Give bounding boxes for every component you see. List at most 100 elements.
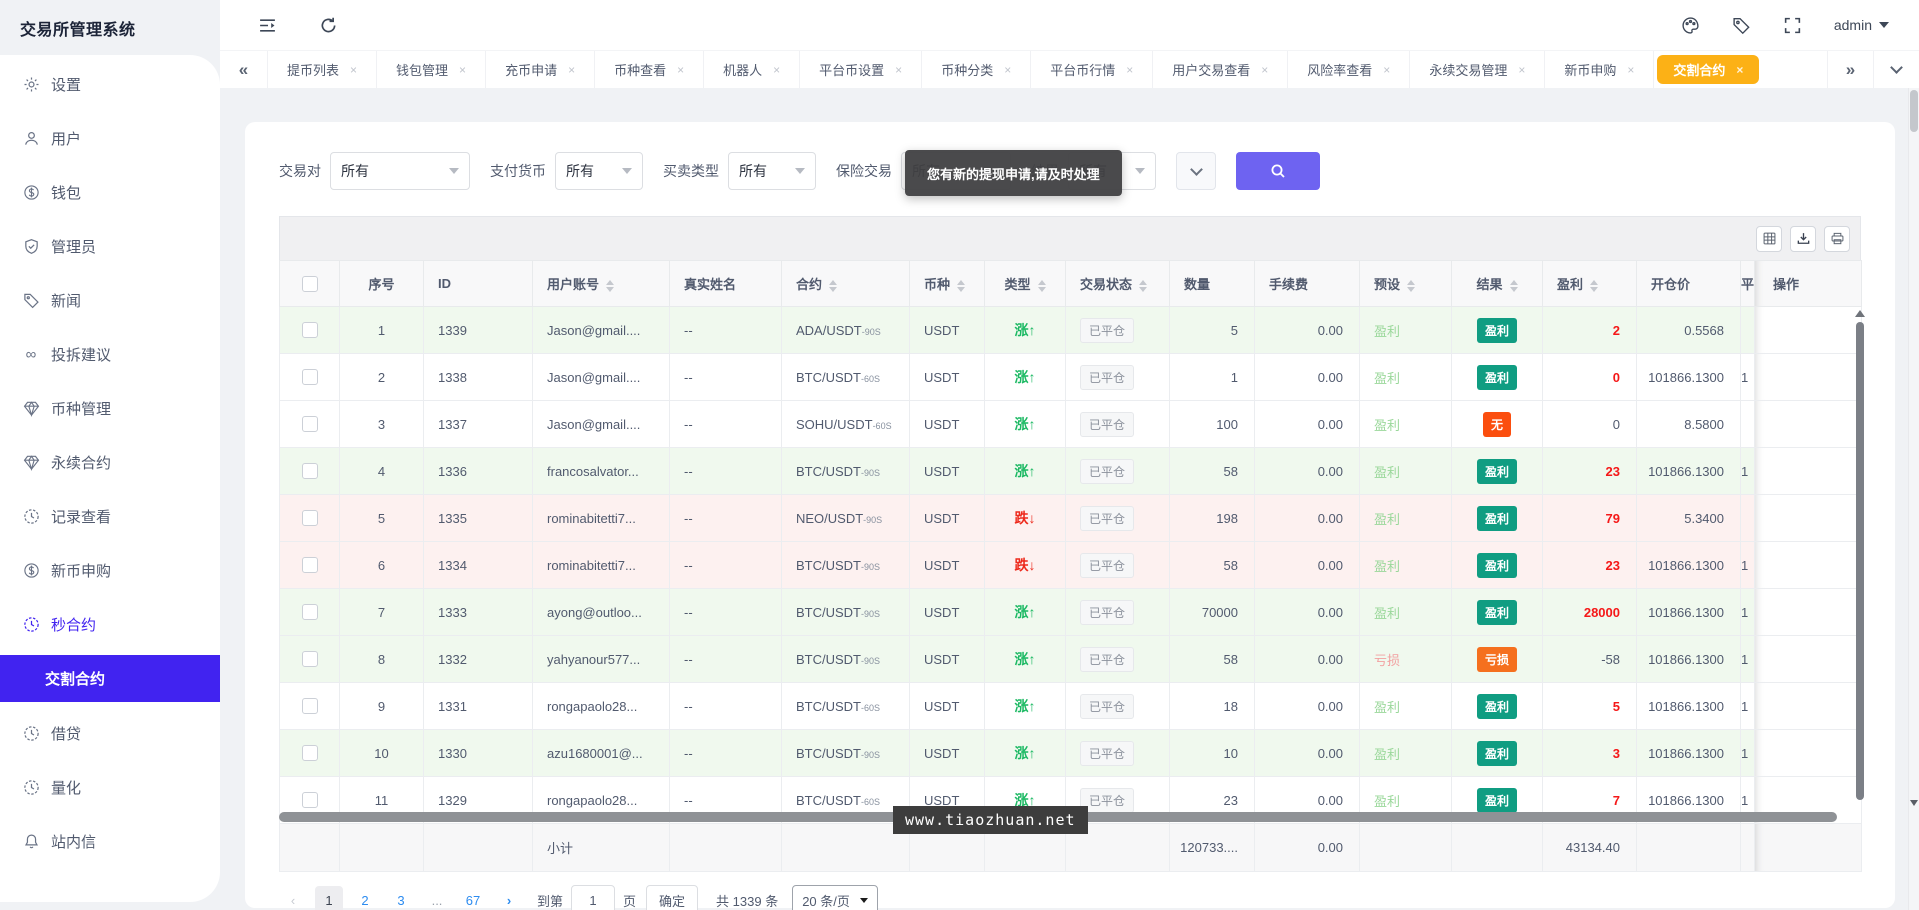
sidebar-item[interactable]: 设置 xyxy=(0,57,220,111)
tab-close-icon[interactable]: × xyxy=(568,63,575,77)
row-checkbox[interactable] xyxy=(301,604,318,621)
tab-item[interactable]: 机器人 × xyxy=(704,51,801,88)
sort-icon[interactable] xyxy=(1139,279,1148,292)
sidebar-item[interactable]: 币种管理 xyxy=(0,381,220,435)
tab-item[interactable]: 币种查看 × xyxy=(595,51,705,88)
page-scrollbar-thumb[interactable] xyxy=(1910,90,1918,132)
tab-close-icon[interactable]: × xyxy=(1383,63,1390,77)
tabs-collapse-right-icon[interactable]: » xyxy=(1827,51,1873,88)
row-checkbox[interactable] xyxy=(301,792,318,809)
col-header-coin[interactable]: 币种 xyxy=(909,260,985,307)
col-header-contract[interactable]: 合约 xyxy=(781,260,910,307)
confirm-button[interactable]: 确定 xyxy=(646,885,699,910)
tab-item[interactable]: 平台币设置 × xyxy=(800,51,923,88)
sidebar-subitem-active[interactable]: 交割合约 xyxy=(0,655,220,702)
sidebar-item[interactable]: 用户 xyxy=(0,111,220,165)
sort-icon[interactable] xyxy=(1509,279,1518,292)
search-button[interactable] xyxy=(1236,152,1320,190)
tab-active[interactable]: 交割合约 × xyxy=(1657,55,1760,84)
filter-select[interactable]: 所有 xyxy=(728,152,816,190)
tab-item[interactable]: 币种分类 × xyxy=(922,51,1032,88)
sort-icon[interactable] xyxy=(957,279,966,292)
tab-close-icon[interactable]: × xyxy=(1627,63,1634,77)
row-checkbox[interactable] xyxy=(301,416,318,433)
tab-item[interactable]: 风险率查看 × xyxy=(1288,51,1411,88)
next-page-button[interactable]: › xyxy=(495,886,523,910)
filter-collapse-button[interactable] xyxy=(1176,152,1216,190)
goto-page-input[interactable] xyxy=(571,885,616,910)
col-header-account[interactable]: 用户账号 xyxy=(532,260,670,307)
row-checkbox[interactable] xyxy=(301,698,318,715)
sidebar-item[interactable]: 记录查看 xyxy=(0,489,220,543)
col-header-status[interactable]: 交易状态 xyxy=(1065,260,1170,307)
tab-close-icon[interactable]: × xyxy=(773,63,780,77)
page-button[interactable]: 2 xyxy=(351,886,379,910)
tag-icon[interactable] xyxy=(1732,16,1751,35)
sidebar-item[interactable]: 新闻 xyxy=(0,273,220,327)
sort-icon[interactable] xyxy=(606,279,615,292)
tabs-collapse-left-icon[interactable]: « xyxy=(220,51,268,88)
sort-icon[interactable] xyxy=(829,279,838,292)
filter-select[interactable]: 所有 xyxy=(330,152,470,190)
sidebar-item[interactable]: 秒合约 xyxy=(0,597,220,651)
tab-close-icon[interactable]: × xyxy=(1004,63,1011,77)
tab-close-icon[interactable]: × xyxy=(895,63,902,77)
sidebar-item[interactable]: 钱包 xyxy=(0,165,220,219)
sort-icon[interactable] xyxy=(1590,279,1599,292)
filter-select[interactable]: 所有 xyxy=(555,152,643,190)
tab-item[interactable]: 提币列表 × xyxy=(268,51,378,88)
theme-palette-icon[interactable] xyxy=(1681,16,1700,35)
row-checkbox[interactable] xyxy=(301,322,318,339)
sidebar-item[interactable]: 借贷 xyxy=(0,706,220,760)
vertical-scrollbar-thumb[interactable] xyxy=(1856,322,1864,800)
sidebar-item[interactable]: 站内信 xyxy=(0,814,220,868)
row-checkbox[interactable] xyxy=(301,557,318,574)
sidebar-item[interactable]: ∞ 投拆建议 xyxy=(0,327,220,381)
page-size-select[interactable]: 20 条/页 xyxy=(792,885,878,910)
col-header-preset[interactable]: 预设 xyxy=(1359,260,1452,307)
page-button[interactable]: 3 xyxy=(387,886,415,910)
tab-close-icon[interactable]: × xyxy=(1126,63,1133,77)
tab-close-icon[interactable]: × xyxy=(350,63,357,77)
sidebar-item[interactable]: 永续合约 xyxy=(0,435,220,489)
menu-fold-icon[interactable] xyxy=(258,16,277,35)
tab-close-icon[interactable]: × xyxy=(677,63,684,77)
tab-item[interactable]: 充币申请 × xyxy=(486,51,596,88)
row-checkbox[interactable] xyxy=(301,369,318,386)
sidebar-item[interactable]: 量化 xyxy=(0,760,220,814)
row-checkbox[interactable] xyxy=(301,463,318,480)
sort-icon[interactable] xyxy=(1037,279,1046,292)
tab-item[interactable]: 钱包管理 × xyxy=(377,51,487,88)
refresh-icon[interactable] xyxy=(319,16,338,35)
grid-button[interactable] xyxy=(1756,225,1782,252)
row-checkbox[interactable] xyxy=(301,651,318,668)
tab-close-icon[interactable]: × xyxy=(1736,63,1743,77)
header-checkbox[interactable] xyxy=(301,275,318,292)
prev-page-button[interactable]: ‹ xyxy=(279,886,307,910)
scroll-down-icon[interactable] xyxy=(1910,800,1918,806)
tab-item[interactable]: 永续交易管理 × xyxy=(1410,51,1546,88)
page-button[interactable]: 1 xyxy=(315,886,343,910)
col-header-type[interactable]: 类型 xyxy=(984,260,1066,307)
scroll-up-icon[interactable] xyxy=(1855,310,1865,317)
tabs-menu-icon[interactable] xyxy=(1873,51,1919,88)
row-checkbox[interactable] xyxy=(301,745,318,762)
col-header-profit[interactable]: 盈利 xyxy=(1542,260,1637,307)
page-button[interactable]: 67 xyxy=(459,886,487,910)
row-checkbox[interactable] xyxy=(301,510,318,527)
print-button[interactable] xyxy=(1824,225,1850,252)
sidebar-item[interactable]: 管理员 xyxy=(0,219,220,273)
tab-item[interactable]: 新币申购 × xyxy=(1545,51,1655,88)
export-button[interactable] xyxy=(1790,225,1816,252)
page-scrollbar[interactable] xyxy=(1908,88,1919,910)
tab-close-icon[interactable]: × xyxy=(459,63,466,77)
user-menu[interactable]: admin xyxy=(1834,17,1889,33)
tab-item[interactable]: 用户交易查看 × xyxy=(1153,51,1289,88)
sidebar-item[interactable]: 新币申购 xyxy=(0,543,220,597)
sort-icon[interactable] xyxy=(1407,279,1416,292)
tab-close-icon[interactable]: × xyxy=(1518,63,1525,77)
tab-item[interactable]: 平台币行情 × xyxy=(1031,51,1154,88)
fullscreen-icon[interactable] xyxy=(1783,16,1802,35)
col-header-result[interactable]: 结果 xyxy=(1451,260,1543,307)
vertical-scrollbar[interactable] xyxy=(1855,310,1865,824)
